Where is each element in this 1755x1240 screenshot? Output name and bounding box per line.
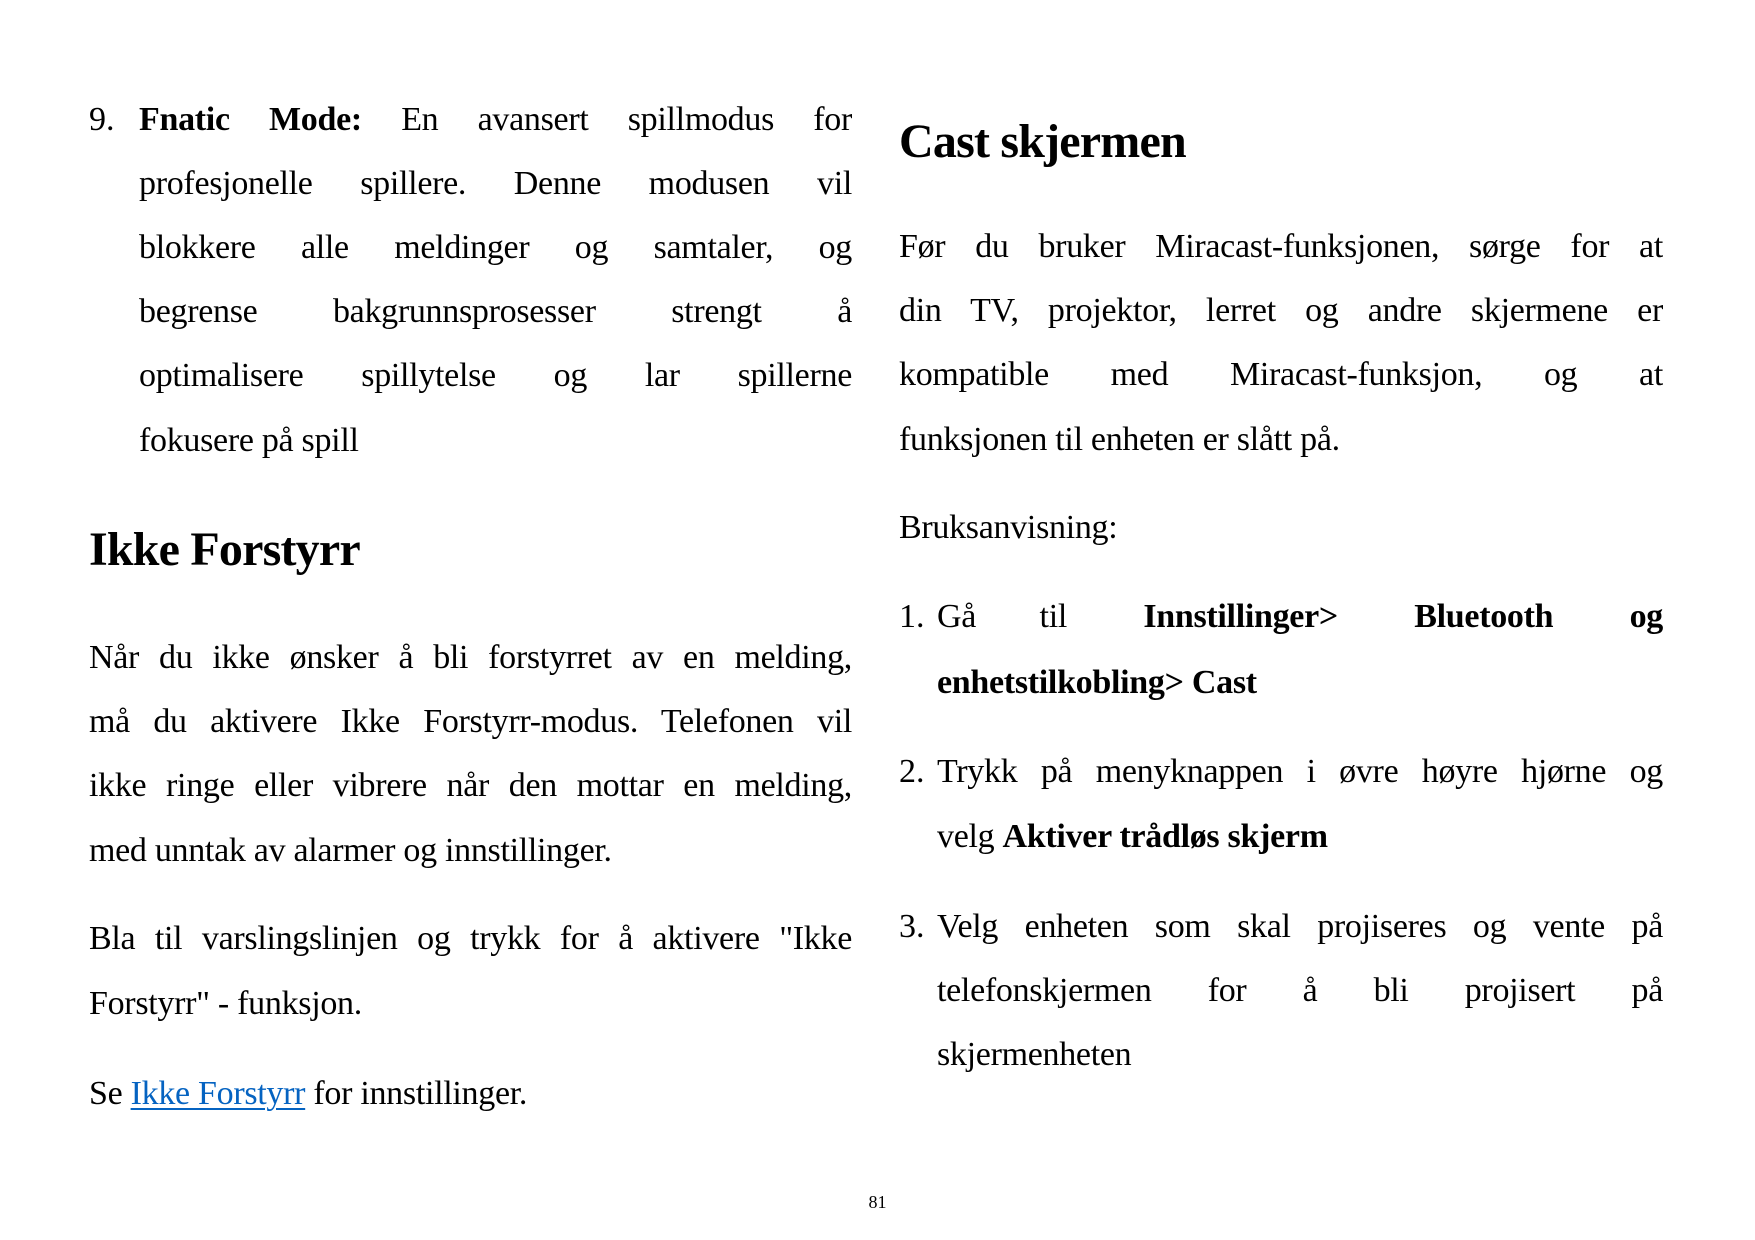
paragraph-line: Før du bruker Miracast-funksjonen, sørge… (899, 228, 1663, 265)
step-number: 3. (899, 908, 925, 945)
list-item-line: begrense bakgrunnsprosesser strengt å (139, 293, 852, 330)
paragraph-line: må du aktivere Ikke Forstyrr-modus. Tele… (89, 703, 852, 740)
paragraph-line: Forstyrr" - funksjon. (89, 985, 362, 1022)
paragraph-line: din TV, projektor, lerret og andre skjer… (899, 292, 1663, 329)
step-line: Gå til Innstillinger> Bluetooth og (937, 598, 1663, 635)
list-number: 9. (89, 101, 115, 138)
instructions-label: Bruksanvisning: (899, 509, 1118, 546)
paragraph-line: Når du ikke ønsker å bli forstyrret av e… (89, 639, 852, 676)
section-heading-dnd: Ikke Forstyrr (89, 523, 361, 576)
list-item-line: Fnatic Mode: En avansert spillmodus for (139, 101, 852, 138)
document-page: 9. Fnatic Mode: En avansert spillmodus f… (0, 0, 1755, 1240)
step-line: Velg enheten som skal projiseres og vent… (937, 908, 1663, 945)
paragraph-line: funksjonen til enheten er slått på. (899, 421, 1340, 458)
step-number: 2. (899, 753, 925, 790)
section-heading-cast: Cast skjermen (899, 115, 1187, 168)
step-line: enhetstilkobling> Cast (937, 664, 1257, 701)
ikke-forstyrr-link[interactable]: Ikke Forstyrr (131, 1075, 306, 1112)
step-number: 1. (899, 598, 925, 635)
paragraph-line: Bla til varslingslinjen og trykk for å a… (89, 920, 852, 957)
step-line: Trykk på menyknappen i øvre høyre hjørne… (937, 753, 1663, 790)
list-item-line: profesjonelle spillere. Denne modusen vi… (139, 165, 852, 202)
list-item-line: optimalisere spillytelse og lar spillern… (139, 357, 852, 394)
paragraph-line: ikke ringe eller vibrere når den mottar … (89, 767, 852, 804)
paragraph-line: med unntak av alarmer og innstillinger. (89, 832, 612, 869)
page-number: 81 (868, 1192, 887, 1212)
step-line: velg Aktiver trådløs skjerm (937, 818, 1328, 855)
bold-label: Fnatic Mode: (139, 101, 362, 138)
paragraph-line: kompatible med Miracast-funksjon, og at (899, 356, 1663, 393)
dnd-paragraph-3: Se Ikke Forstyrr for innstillinger. (89, 1075, 528, 1112)
step-line: telefonskjermen for å bli projisert på (937, 972, 1663, 1009)
list-item-line: blokkere alle meldinger og samtaler, og (139, 229, 852, 266)
list-item-line: fokusere på spill (139, 422, 359, 459)
step-line: skjermenheten (937, 1036, 1132, 1073)
